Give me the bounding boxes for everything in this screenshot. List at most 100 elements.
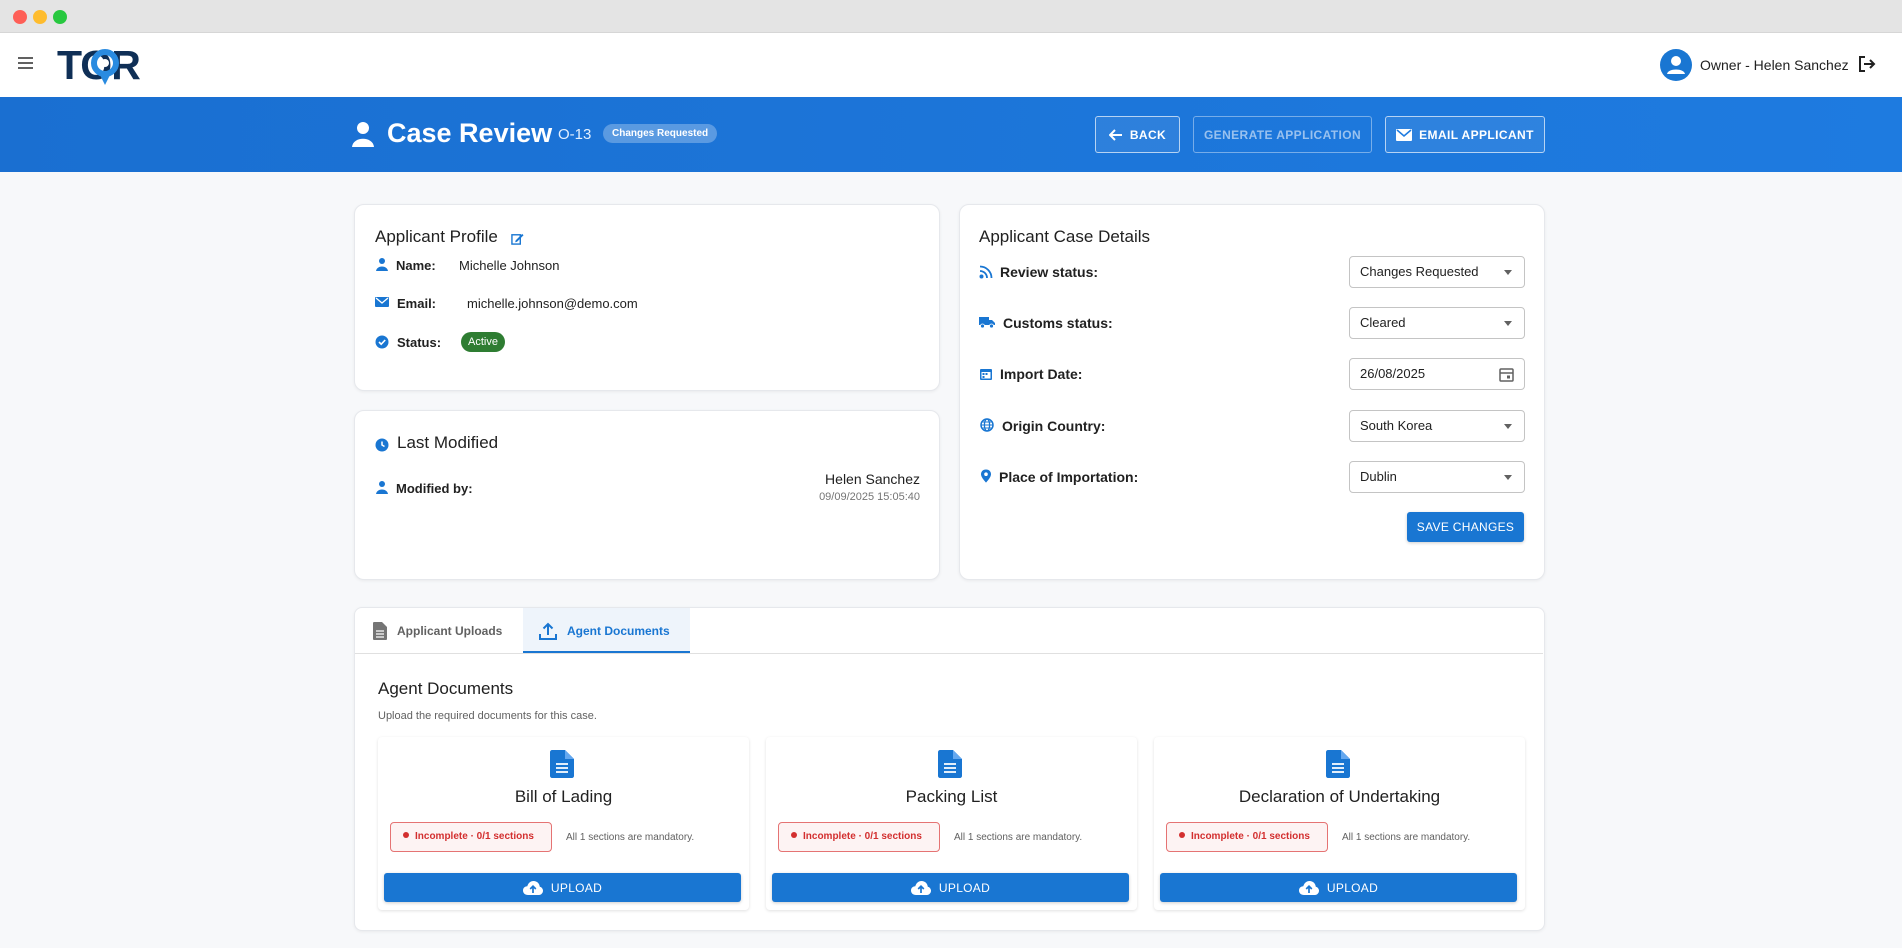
tab-applicant-uploads-label: Applicant Uploads (397, 623, 503, 638)
edit-icon[interactable] (511, 232, 524, 245)
cloud-upload-icon (522, 880, 543, 895)
documents-card: Applicant Uploads Agent Documents Agent … (354, 607, 1545, 931)
close-window-button[interactable] (13, 10, 27, 24)
maximize-window-button[interactable] (53, 10, 67, 24)
case-id: O-13 (558, 126, 592, 143)
review-status-select[interactable]: Changes Requested (1349, 256, 1525, 288)
agent-documents-subtitle: Upload the required documents for this c… (378, 710, 597, 722)
modified-by-value: Helen Sanchez (825, 471, 920, 487)
upload-button[interactable]: UPLOAD (384, 873, 741, 902)
tab-applicant-uploads[interactable]: Applicant Uploads (373, 608, 502, 653)
upload-button-label: UPLOAD (1326, 880, 1379, 895)
chevron-down-icon (1504, 270, 1512, 275)
calendar-icon[interactable] (1499, 367, 1514, 382)
document-title: Bill of Lading (514, 787, 613, 806)
save-changes-button[interactable]: SAVE CHANGES (1407, 512, 1524, 542)
chevron-down-icon (1504, 424, 1512, 429)
document-title: Declaration of Undertaking (1238, 787, 1441, 806)
status-label: Status: (397, 335, 442, 350)
chevron-down-icon (1504, 475, 1512, 480)
mail-icon (1396, 128, 1413, 141)
incomplete-status-text: Incomplete · 0/1 sections (1191, 831, 1310, 842)
logout-icon[interactable] (1857, 54, 1877, 74)
applicant-profile-title: Applicant Profile (375, 227, 498, 246)
tor-logo[interactable]: TOR (57, 43, 157, 87)
cloud-upload-icon (910, 880, 931, 895)
origin-country-select[interactable]: South Korea (1349, 410, 1525, 442)
place-of-importation-select[interactable]: Dublin (1349, 461, 1525, 493)
user-avatar[interactable] (1660, 49, 1692, 81)
place-of-importation-value: Dublin (1360, 469, 1397, 484)
location-pin-icon (981, 469, 991, 483)
agent-documents-title: Agent Documents (378, 679, 514, 698)
tabs-divider (355, 653, 1543, 654)
menu-icon[interactable] (18, 57, 33, 69)
mandatory-note: All 1 sections are mandatory. (954, 832, 1083, 843)
mail-icon (375, 297, 389, 307)
import-date-value: 26/08/2025 (1360, 366, 1426, 381)
tab-agent-documents[interactable]: Agent Documents (523, 608, 690, 654)
name-value: Michelle Johnson (459, 258, 560, 273)
upload-button[interactable]: UPLOAD (1160, 873, 1517, 902)
back-button-label: BACK (1129, 127, 1167, 142)
check-circle-icon (375, 335, 389, 349)
upload-button-label: UPLOAD (938, 880, 991, 895)
case-details-card: Applicant Case Details Review status: Ch… (959, 204, 1545, 580)
page-title: Case Review (387, 118, 553, 148)
arrow-back-icon (1108, 128, 1122, 141)
place-of-importation-label: Place of Importation: (999, 469, 1139, 485)
incomplete-status-badge: Incomplete · 0/1 sections (1166, 822, 1328, 852)
truck-icon (979, 317, 995, 329)
clock-icon (375, 438, 389, 452)
document-title: Packing List (905, 787, 998, 806)
origin-country-label: Origin Country: (1002, 418, 1106, 434)
case-details-title: Applicant Case Details (979, 227, 1151, 246)
app-bar: TOR Owner - Helen Sanchez (0, 33, 1902, 97)
back-button[interactable]: BACK (1095, 116, 1180, 153)
email-applicant-button[interactable]: EMAIL APPLICANT (1385, 116, 1545, 153)
document-card-packing-list: Packing List Incomplete · 0/1 sections A… (766, 737, 1137, 910)
incomplete-status-badge: Incomplete · 0/1 sections (390, 822, 552, 852)
upload-button[interactable]: UPLOAD (772, 873, 1129, 902)
upload-tray-icon (539, 622, 557, 640)
document-icon (1326, 750, 1350, 778)
user-icon (1667, 56, 1685, 74)
generate-application-button[interactable]: GENERATE APPLICATION (1193, 116, 1372, 153)
modified-at-value: 09/09/2025 15:05:40 (819, 491, 920, 503)
last-modified-card: Last Modified Modified by: Helen Sanchez… (354, 410, 940, 580)
document-card-declaration-of-undertaking: Declaration of Undertaking Incomplete · … (1154, 737, 1525, 910)
person-icon (376, 481, 388, 494)
status-active-chip: Active (461, 332, 505, 352)
customs-status-select[interactable]: Cleared (1349, 307, 1525, 339)
logo-pin-center (101, 59, 109, 67)
tab-agent-documents-label: Agent Documents (567, 623, 670, 638)
applicant-profile-card: Applicant Profile Name: Michelle Johnson… (354, 204, 940, 391)
email-applicant-label: EMAIL APPLICANT (1419, 127, 1534, 142)
page-header: Case Review O-13 Changes Requested BACK … (0, 97, 1902, 172)
minimize-window-button[interactable] (33, 10, 47, 24)
import-date-label: Import Date: (1000, 366, 1083, 382)
logo-text: TOR (57, 43, 140, 87)
user-name: Owner - Helen Sanchez (1700, 57, 1849, 73)
name-label: Name: (396, 258, 436, 273)
incomplete-status-text: Incomplete · 0/1 sections (803, 831, 922, 842)
generate-application-label: GENERATE APPLICATION (1203, 127, 1362, 142)
chevron-down-icon (1504, 321, 1512, 326)
origin-country-value: South Korea (1360, 418, 1433, 433)
document-icon (373, 621, 387, 640)
document-icon (550, 750, 574, 778)
review-status-label: Review status: (1000, 264, 1099, 280)
rss-icon (979, 265, 993, 279)
modified-by-label: Modified by: (396, 481, 473, 496)
email-label: Email: (397, 296, 437, 311)
document-card-bill-of-lading: Bill of Lading Incomplete · 0/1 sections… (378, 737, 749, 910)
incomplete-status-text: Incomplete · 0/1 sections (415, 831, 534, 842)
customs-status-value: Cleared (1360, 315, 1406, 330)
review-status-value: Changes Requested (1360, 264, 1479, 279)
person-icon (352, 122, 374, 147)
calendar-icon (980, 369, 992, 380)
window-titlebar (0, 0, 1902, 33)
import-date-input[interactable]: 26/08/2025 (1349, 358, 1525, 390)
mandatory-note: All 1 sections are mandatory. (566, 832, 695, 843)
email-value: michelle.johnson@demo.com (467, 296, 638, 311)
